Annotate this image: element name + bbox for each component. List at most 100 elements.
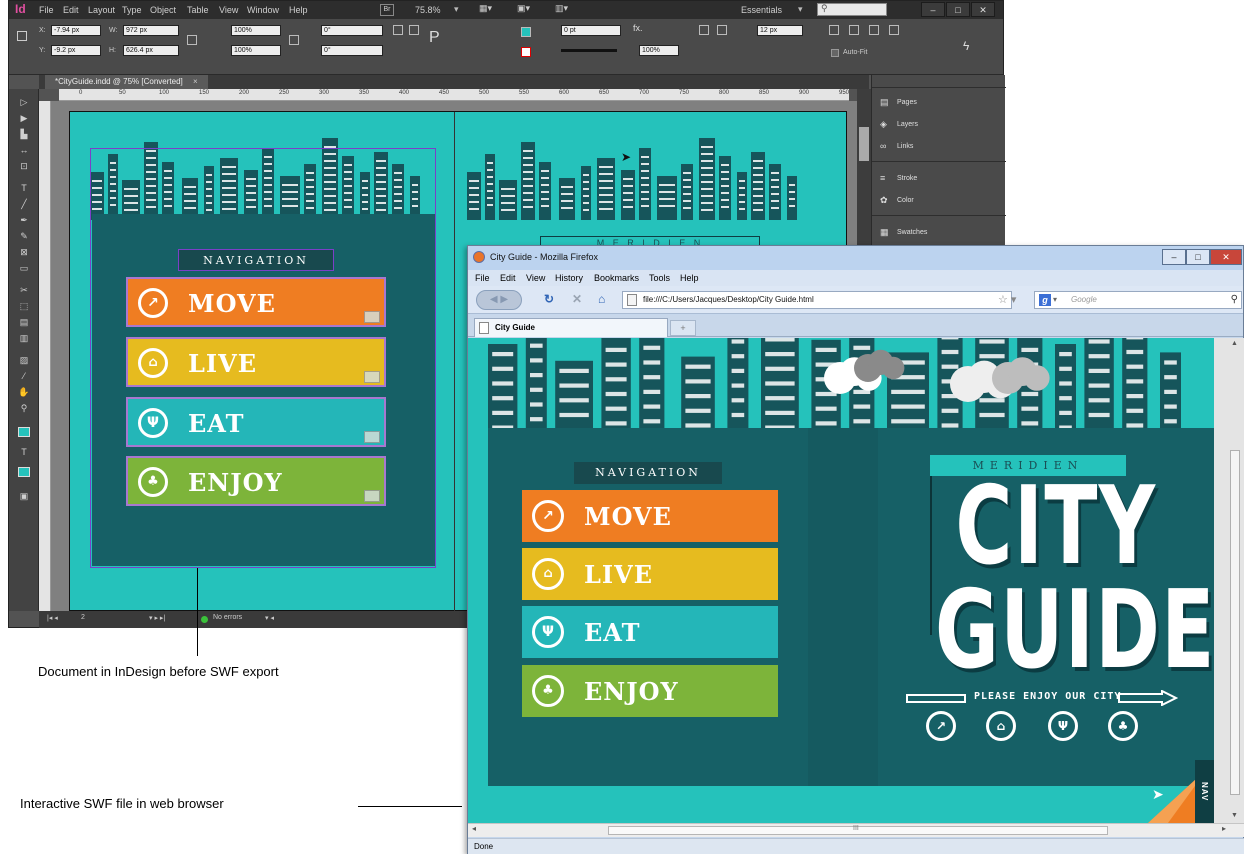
- close-tab-icon[interactable]: ×: [193, 77, 198, 86]
- google-search-engine-icon[interactable]: g: [1039, 294, 1051, 306]
- menu-window[interactable]: Window: [247, 5, 279, 15]
- line-tool-icon[interactable]: ╱: [18, 199, 30, 209]
- nav-button-enjoy[interactable]: ♣ ENJOY: [126, 456, 386, 506]
- scroll-down-icon[interactable]: ▼: [1231, 812, 1238, 819]
- rotation-field[interactable]: 0°: [321, 25, 383, 36]
- lightning-icon[interactable]: ϟ: [963, 39, 969, 53]
- gradient-swatch-tool-icon[interactable]: ▤: [18, 317, 30, 327]
- close-button[interactable]: ✕: [971, 2, 995, 17]
- preflight-menu-icon[interactable]: ▾ ◂: [265, 614, 274, 622]
- minimize-button[interactable]: –: [921, 2, 945, 17]
- minimize-button[interactable]: –: [1162, 249, 1186, 265]
- screen-mode-icon[interactable]: ▣▾: [517, 3, 530, 14]
- scissors-tool-icon[interactable]: ✂: [18, 285, 30, 295]
- page-number-field[interactable]: 2: [81, 614, 85, 621]
- align-left-icon[interactable]: [829, 25, 839, 35]
- panel-pages[interactable]: ▤ Pages: [880, 95, 917, 111]
- zoom-level[interactable]: 75.8%: [415, 5, 441, 15]
- apply-color-icon[interactable]: [18, 467, 30, 477]
- width-field[interactable]: 972 px: [123, 25, 179, 36]
- panel-links[interactable]: ∞ Links: [880, 139, 913, 155]
- columns-field[interactable]: 12 px: [757, 25, 803, 36]
- stroke-swatch-icon[interactable]: [521, 47, 531, 57]
- back-forward-button[interactable]: ◀ ▶: [476, 290, 522, 310]
- menu-view[interactable]: View: [219, 5, 238, 15]
- hand-tool-icon[interactable]: ✋: [18, 387, 30, 397]
- search-icon[interactable]: ⚲: [1231, 292, 1238, 308]
- fit-content-icon[interactable]: [699, 25, 709, 35]
- auto-fit-checkbox[interactable]: [831, 49, 839, 57]
- menu-table[interactable]: Table: [187, 5, 209, 15]
- url-bar[interactable]: file:///C:/Users/Jacques/Desktop/City Gu…: [622, 291, 1012, 309]
- rectangle-frame-tool-icon[interactable]: ⊠: [18, 247, 30, 257]
- link-icon[interactable]: [289, 35, 299, 45]
- rectangle-tool-icon[interactable]: ▭: [18, 263, 30, 273]
- panel-stroke[interactable]: ≡ Stroke: [880, 171, 917, 187]
- direct-selection-tool-icon[interactable]: ▶: [18, 113, 30, 123]
- menu-help[interactable]: Help: [289, 5, 308, 15]
- menu-layout[interactable]: Layout: [88, 5, 115, 15]
- vertical-scrollbar[interactable]: ▲ ▼: [1214, 338, 1244, 823]
- zoom-tool-icon[interactable]: ⚲: [18, 403, 30, 413]
- move-icon[interactable]: ↗: [926, 711, 956, 741]
- scrollbar-thumb[interactable]: [1230, 450, 1240, 795]
- menu-object[interactable]: Object: [150, 5, 176, 15]
- stroke-type-swatch[interactable]: [561, 49, 617, 52]
- menu-edit[interactable]: Edit: [500, 273, 516, 283]
- nav-button-move[interactable]: ↗ MOVE: [126, 277, 386, 327]
- page-tool-icon[interactable]: ▙: [18, 129, 30, 139]
- help-search-input[interactable]: ⚲: [817, 3, 887, 16]
- screen-mode-tool-icon[interactable]: ▣: [18, 491, 30, 501]
- nav-button-move[interactable]: ↗ MOVE: [522, 490, 778, 542]
- pen-tool-icon[interactable]: ✒: [18, 215, 30, 225]
- effects-icon[interactable]: fx.: [633, 23, 643, 33]
- stop-icon[interactable]: ✕: [572, 292, 582, 306]
- note-tool-icon[interactable]: ▨: [18, 355, 30, 365]
- house-icon[interactable]: ⌂: [986, 711, 1016, 741]
- view-options-icon[interactable]: ▦▾: [479, 3, 492, 14]
- free-transform-tool-icon[interactable]: ⬚: [18, 301, 30, 311]
- chevron-down-icon[interactable]: ▾: [454, 4, 459, 15]
- x-field[interactable]: -7.94 px: [51, 25, 101, 36]
- align-center-icon[interactable]: [849, 25, 859, 35]
- home-icon[interactable]: ⌂: [598, 292, 605, 306]
- panel-layers[interactable]: ◈ Layers: [880, 117, 918, 133]
- stroke-weight-field[interactable]: 0 pt: [561, 25, 621, 36]
- close-button[interactable]: ✕: [1210, 249, 1242, 265]
- first-page-icon[interactable]: |◂ ◂: [47, 614, 58, 622]
- nav-button-enjoy[interactable]: ♣ ENJOY: [522, 665, 778, 717]
- rotate-ccw-icon[interactable]: [409, 25, 419, 35]
- gradient-feather-tool-icon[interactable]: ▥: [18, 333, 30, 343]
- new-tab-button[interactable]: +: [670, 320, 696, 336]
- nav-tab[interactable]: NAV: [1195, 760, 1214, 823]
- scrollbar-thumb[interactable]: III: [608, 825, 1108, 835]
- reload-icon[interactable]: ↻: [544, 292, 554, 306]
- scroll-left-icon[interactable]: ◂: [472, 824, 476, 833]
- gap-tool-icon[interactable]: ↔: [18, 145, 30, 155]
- reference-point-icon[interactable]: [17, 31, 27, 41]
- menu-view[interactable]: View: [526, 273, 545, 283]
- nav-button-eat[interactable]: Ψ EAT: [522, 606, 778, 658]
- arrange-documents-icon[interactable]: ▥▾: [555, 3, 568, 14]
- menu-file[interactable]: File: [475, 273, 490, 283]
- type-tool-icon[interactable]: T: [18, 183, 30, 193]
- distribute-icon[interactable]: [889, 25, 899, 35]
- fork-icon[interactable]: Ψ: [1048, 711, 1078, 741]
- y-field[interactable]: -9.2 px: [51, 45, 101, 56]
- fill-swatch-icon[interactable]: [521, 27, 531, 37]
- formatting-affects-icon[interactable]: T: [18, 447, 30, 457]
- scroll-right-icon[interactable]: ▸: [1222, 824, 1226, 833]
- next-page-icon[interactable]: ▾ ▸ ▸|: [149, 614, 165, 622]
- scroll-up-icon[interactable]: ▲: [1231, 340, 1238, 347]
- content-collector-icon[interactable]: ⊡: [18, 161, 30, 171]
- nav-button-live[interactable]: ⌂ LIVE: [522, 548, 778, 600]
- menu-tools[interactable]: Tools: [649, 273, 670, 283]
- menu-bookmarks[interactable]: Bookmarks: [594, 273, 639, 283]
- menu-help[interactable]: Help: [680, 273, 699, 283]
- panel-swatches[interactable]: ▦ Swatches: [880, 225, 927, 241]
- preflight-status-text[interactable]: No errors: [213, 614, 242, 621]
- selection-tool-icon[interactable]: ▷: [18, 97, 30, 107]
- height-field[interactable]: 626.4 px: [123, 45, 179, 56]
- document-tab[interactable]: *CityGuide.indd @ 75% [Converted] ×: [45, 75, 208, 89]
- maximize-button[interactable]: □: [1186, 249, 1210, 265]
